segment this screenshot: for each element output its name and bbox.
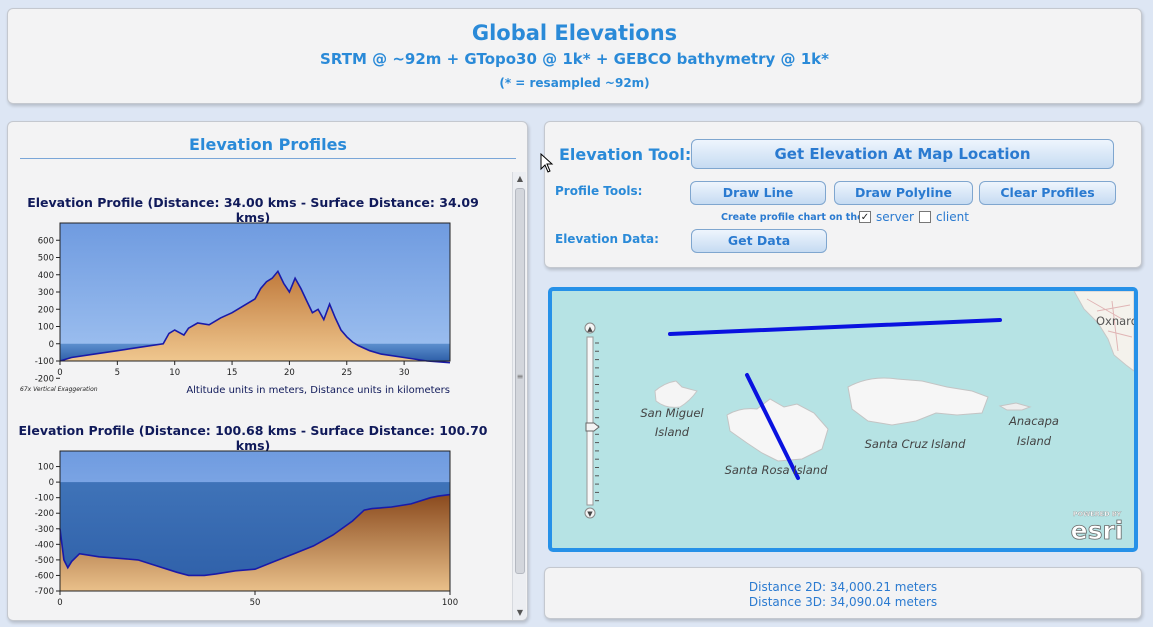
zoom-slider[interactable]: ▲ ▼ <box>584 322 600 519</box>
client-label: client <box>936 210 969 224</box>
vertical-exaggeration-label: 67x Vertical Exaggeration <box>20 386 98 393</box>
y-tick-label: 200 <box>38 305 54 315</box>
mouse-cursor-icon <box>540 153 554 173</box>
server-label: server <box>876 210 914 224</box>
header-panel: Global Elevations SRTM @ ~92m + GTopo30 … <box>7 8 1142 104</box>
profile-line-1[interactable] <box>668 318 1002 336</box>
elevation-profile-chart-1: 6005004003002001000-100-2000 5 10 15 20 25 306… <box>20 222 451 396</box>
zoom-ticks <box>595 342 599 502</box>
x-tick-label: 0 <box>57 598 62 608</box>
elevation-tool-label: Elevation Tool: <box>559 145 692 164</box>
y-tick-label: -400 <box>35 540 54 550</box>
map-label-anacapa: Anacapa <box>1008 414 1059 428</box>
scroll-down-icon[interactable]: ▼ <box>515 608 525 618</box>
esri-logo: esri <box>1071 516 1124 545</box>
profiles-scroll-area[interactable]: Elevation Profile (Distance: 34.00 kms -… <box>8 170 512 620</box>
scroll-up-icon[interactable]: ▲ <box>515 174 525 184</box>
distance-2d: Distance 2D: 34,000.21 meters <box>748 580 938 594</box>
page-subtitle: SRTM @ ~92m + GTopo30 @ 1k* + GEBCO bath… <box>320 50 829 68</box>
y-tick-label: -300 <box>35 525 54 535</box>
san-miguel-island-shape <box>654 380 698 408</box>
santa-rosa-island-shape <box>726 398 829 462</box>
distance-3d: Distance 3D: 34,090.04 meters <box>748 595 938 609</box>
get-elevation-button[interactable]: Get Elevation At Map Location <box>691 139 1114 169</box>
tools-panel: Elevation Tool: Get Elevation At Map Loc… <box>544 121 1142 268</box>
create-chart-text: Create profile chart on the <box>721 212 864 223</box>
svg-text:▼: ▼ <box>587 510 593 518</box>
y-tick-label: 600 <box>38 236 54 246</box>
x-tick-label: 10 <box>169 368 180 378</box>
anacapa-island-shape <box>998 402 1032 411</box>
draw-line-button[interactable]: Draw Line <box>690 181 826 205</box>
chart-units-label: Altitude units in meters, Distance units… <box>186 385 450 396</box>
x-tick-label: 15 <box>227 368 238 378</box>
y-tick-label: -200 <box>35 509 54 519</box>
mainland-shape <box>1073 291 1134 372</box>
map-view[interactable]: San Miguel Island Santa Rosa Island Sant… <box>548 287 1138 552</box>
santa-cruz-island-shape <box>847 377 989 426</box>
y-tick-label: 500 <box>38 254 54 264</box>
elevation-profile-chart-2: 1000-100-200-300-400-500-600-7000 50 100 <box>35 450 458 608</box>
profiles-scrollbar[interactable]: ▲ ≡ ▼ <box>512 172 526 620</box>
map-canvas[interactable]: San Miguel Island Santa Rosa Island Sant… <box>552 291 1134 548</box>
map-label-san-miguel: San Miguel <box>640 406 704 420</box>
x-tick-label: 30 <box>399 368 410 378</box>
x-tick-label: 50 <box>250 598 261 608</box>
y-tick-label: -200 <box>35 374 54 384</box>
y-tick-label: 100 <box>38 463 54 473</box>
map-label-santa-cruz: Santa Cruz Island <box>865 437 966 451</box>
profiles-title: Elevation Profiles <box>20 135 516 159</box>
client-checkbox[interactable] <box>919 211 931 223</box>
page-title: Global Elevations <box>471 21 678 45</box>
resample-note: (* = resampled ~92m) <box>499 76 650 90</box>
y-tick-label: 100 <box>38 323 54 333</box>
y-tick-label: 400 <box>38 271 54 281</box>
clear-profiles-button[interactable]: Clear Profiles <box>979 181 1116 205</box>
y-tick-label: -100 <box>35 357 54 367</box>
y-tick-label: 0 <box>49 340 54 350</box>
map-label-san-miguel-island: Island <box>655 425 690 439</box>
scroll-thumb[interactable]: ≡ <box>515 188 525 574</box>
draw-polyline-button[interactable]: Draw Polyline <box>834 181 973 205</box>
zoom-thumb[interactable] <box>585 422 600 432</box>
y-tick-label: 300 <box>38 288 54 298</box>
map-label-oxnard: Oxnard <box>1096 314 1134 328</box>
y-tick-label: -600 <box>35 571 54 581</box>
y-tick-label: -500 <box>35 556 54 566</box>
x-tick-label: 100 <box>442 598 458 608</box>
distance-panel: Distance 2D: 34,000.21 meters Distance 3… <box>544 567 1142 619</box>
x-tick-label: 20 <box>284 368 295 378</box>
y-tick-label: -700 <box>35 587 54 597</box>
elevation-profiles-panel: Elevation Profiles Elevation Profile (Di… <box>7 121 528 621</box>
check-icon: ✓ <box>860 212 870 223</box>
map-label-santa-rosa: Santa Rosa Island <box>725 463 828 477</box>
y-tick-label: -100 <box>35 494 54 504</box>
x-tick-label: 25 <box>341 368 352 378</box>
zoom-track[interactable] <box>586 336 594 506</box>
map-label-anacapa-island: Island <box>1017 434 1052 448</box>
scroll-grip-icon: ≡ <box>516 372 524 381</box>
profile-tools-label: Profile Tools: <box>555 184 643 198</box>
x-tick-label: 0 <box>57 368 62 378</box>
x-tick-label: 5 <box>115 368 120 378</box>
svg-text:▲: ▲ <box>587 325 593 333</box>
elevation-data-label: Elevation Data: <box>555 232 659 246</box>
y-tick-label: 0 <box>49 478 54 488</box>
get-data-button[interactable]: Get Data <box>691 229 827 253</box>
server-checkbox[interactable]: ✓ <box>859 211 871 223</box>
